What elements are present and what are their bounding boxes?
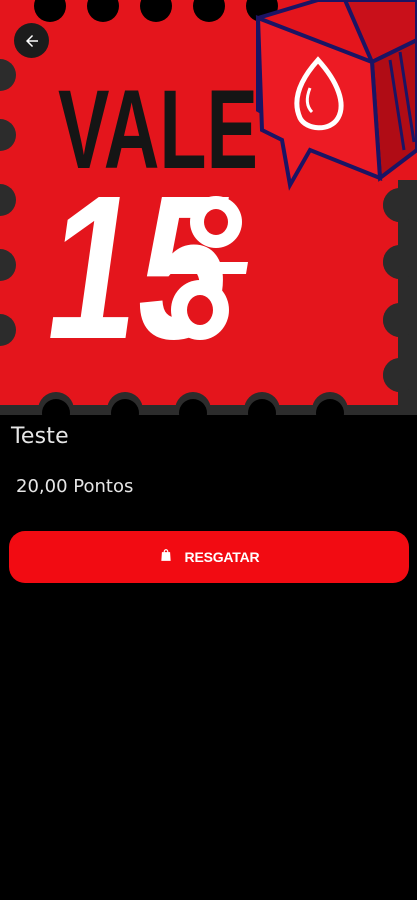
reward-detail-screen: VALE 15 Teste 20,00 Pontos RESGATAR xyxy=(0,0,417,900)
back-button[interactable] xyxy=(14,23,49,58)
redeem-button[interactable]: RESGATAR xyxy=(9,531,409,583)
product-title: Teste xyxy=(11,424,69,449)
redeem-label: RESGATAR xyxy=(184,549,260,565)
arrow-left-icon xyxy=(25,34,38,47)
product-points: 20,00 Pontos xyxy=(16,476,134,497)
shopping-bag-icon xyxy=(160,549,171,561)
reward-banner-image: VALE 15 xyxy=(0,0,417,415)
